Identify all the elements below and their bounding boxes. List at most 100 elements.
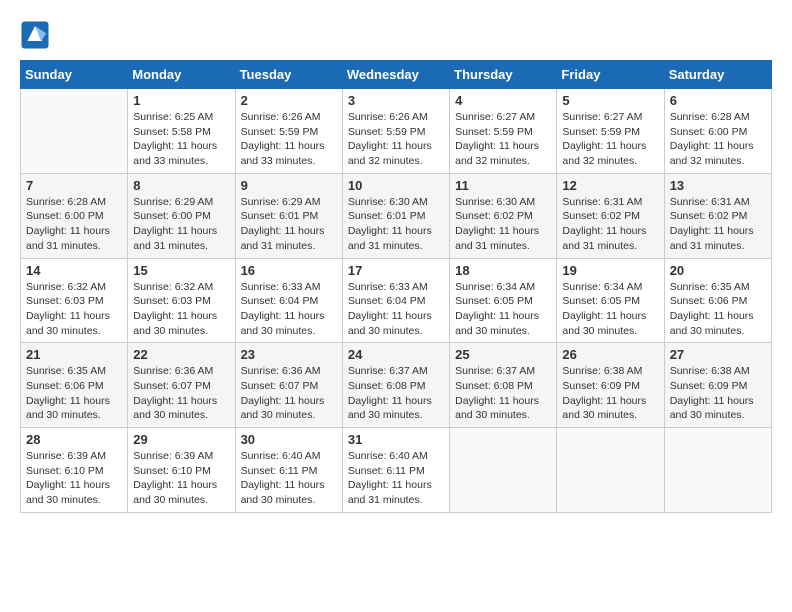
calendar-cell: 18 Sunrise: 6:34 AM Sunset: 6:05 PM Dayli… [450,258,557,343]
calendar-cell: 1 Sunrise: 6:25 AM Sunset: 5:58 PM Daylig… [128,89,235,174]
calendar-cell: 10 Sunrise: 6:30 AM Sunset: 6:01 PM Dayli… [342,173,449,258]
day-info: Sunrise: 6:28 AM Sunset: 6:00 PM Dayligh… [26,195,122,254]
day-number: 8 [133,178,229,193]
calendar-week-row: 14 Sunrise: 6:32 AM Sunset: 6:03 PM Dayli… [21,258,772,343]
calendar-week-row: 28 Sunrise: 6:39 AM Sunset: 6:10 PM Dayli… [21,428,772,513]
calendar-cell: 20Sunrise: 6:35 AM Sunset: 6:06 PM Dayli… [664,258,771,343]
day-number: 7 [26,178,122,193]
calendar-cell: 8 Sunrise: 6:29 AM Sunset: 6:00 PM Daylig… [128,173,235,258]
day-info: Sunrise: 6:38 AM Sunset: 6:09 PM Dayligh… [670,364,766,423]
calendar-cell: 24Sunrise: 6:37 AM Sunset: 6:08 PM Dayli… [342,343,449,428]
calendar-week-row: 7 Sunrise: 6:28 AM Sunset: 6:00 PM Daylig… [21,173,772,258]
calendar-cell: 28 Sunrise: 6:39 AM Sunset: 6:10 PM Dayli… [21,428,128,513]
day-info: Sunrise: 6:31 AM Sunset: 6:02 PM Dayligh… [670,195,766,254]
calendar-header-row: SundayMondayTuesdayWednesdayThursdayFrid… [21,61,772,89]
calendar-cell: 22 Sunrise: 6:36 AM Sunset: 6:07 PM Dayli… [128,343,235,428]
day-number: 21 [26,347,122,362]
day-number: 11 [455,178,551,193]
day-number: 2 [241,93,337,108]
day-info: Sunrise: 6:36 AM Sunset: 6:07 PM Dayligh… [133,364,229,423]
day-info: Sunrise: 6:39 AM Sunset: 6:10 PM Dayligh… [26,449,122,508]
day-number: 19 [562,263,658,278]
calendar-table: SundayMondayTuesdayWednesdayThursdayFrid… [20,60,772,513]
calendar-cell: 16 Sunrise: 6:33 AM Sunset: 6:04 PM Dayli… [235,258,342,343]
calendar-week-row: 21 Sunrise: 6:35 AM Sunset: 6:06 PM Dayli… [21,343,772,428]
calendar-cell: 2 Sunrise: 6:26 AM Sunset: 5:59 PM Daylig… [235,89,342,174]
day-number: 25 [455,347,551,362]
calendar-cell: 19 Sunrise: 6:34 AM Sunset: 6:05 PM Dayli… [557,258,664,343]
day-number: 22 [133,347,229,362]
logo [20,20,52,50]
day-number: 26 [562,347,658,362]
calendar-cell: 26 Sunrise: 6:38 AM Sunset: 6:09 PM Dayli… [557,343,664,428]
calendar-cell: 27Sunrise: 6:38 AM Sunset: 6:09 PM Dayli… [664,343,771,428]
day-info: Sunrise: 6:32 AM Sunset: 6:03 PM Dayligh… [133,280,229,339]
day-number: 14 [26,263,122,278]
day-info: Sunrise: 6:26 AM Sunset: 5:59 PM Dayligh… [241,110,337,169]
weekday-header: Sunday [21,61,128,89]
day-number: 4 [455,93,551,108]
day-info: Sunrise: 6:29 AM Sunset: 6:01 PM Dayligh… [241,195,337,254]
day-info: Sunrise: 6:30 AM Sunset: 6:01 PM Dayligh… [348,195,444,254]
page-header [20,20,772,50]
day-number: 13 [670,178,766,193]
day-info: Sunrise: 6:34 AM Sunset: 6:05 PM Dayligh… [562,280,658,339]
calendar-cell: 17 Sunrise: 6:33 AM Sunset: 6:04 PM Dayli… [342,258,449,343]
day-number: 29 [133,432,229,447]
day-number: 18 [455,263,551,278]
day-number: 12 [562,178,658,193]
day-number: 1 [133,93,229,108]
day-number: 10 [348,178,444,193]
day-info: Sunrise: 6:39 AM Sunset: 6:10 PM Dayligh… [133,449,229,508]
logo-icon [20,20,50,50]
day-number: 17 [348,263,444,278]
weekday-header: Tuesday [235,61,342,89]
day-info: Sunrise: 6:36 AM Sunset: 6:07 PM Dayligh… [241,364,337,423]
weekday-header: Wednesday [342,61,449,89]
weekday-header: Saturday [664,61,771,89]
day-info: Sunrise: 6:25 AM Sunset: 5:58 PM Dayligh… [133,110,229,169]
day-info: Sunrise: 6:33 AM Sunset: 6:04 PM Dayligh… [241,280,337,339]
day-info: Sunrise: 6:35 AM Sunset: 6:06 PM Dayligh… [26,364,122,423]
day-info: Sunrise: 6:40 AM Sunset: 6:11 PM Dayligh… [348,449,444,508]
calendar-cell: 21 Sunrise: 6:35 AM Sunset: 6:06 PM Dayli… [21,343,128,428]
weekday-header: Monday [128,61,235,89]
day-number: 5 [562,93,658,108]
calendar-cell: 31Sunrise: 6:40 AM Sunset: 6:11 PM Dayli… [342,428,449,513]
day-info: Sunrise: 6:27 AM Sunset: 5:59 PM Dayligh… [455,110,551,169]
day-number: 6 [670,93,766,108]
calendar-week-row: 1 Sunrise: 6:25 AM Sunset: 5:58 PM Daylig… [21,89,772,174]
calendar-cell: 30 Sunrise: 6:40 AM Sunset: 6:11 PM Dayli… [235,428,342,513]
day-info: Sunrise: 6:37 AM Sunset: 6:08 PM Dayligh… [455,364,551,423]
day-info: Sunrise: 6:29 AM Sunset: 6:00 PM Dayligh… [133,195,229,254]
day-info: Sunrise: 6:35 AM Sunset: 6:06 PM Dayligh… [670,280,766,339]
weekday-header: Thursday [450,61,557,89]
calendar-cell [21,89,128,174]
day-info: Sunrise: 6:32 AM Sunset: 6:03 PM Dayligh… [26,280,122,339]
calendar-cell: 25 Sunrise: 6:37 AM Sunset: 6:08 PM Dayli… [450,343,557,428]
calendar-cell: 23Sunrise: 6:36 AM Sunset: 6:07 PM Dayli… [235,343,342,428]
calendar-cell: 5Sunrise: 6:27 AM Sunset: 5:59 PM Daylig… [557,89,664,174]
calendar-cell: 6Sunrise: 6:28 AM Sunset: 6:00 PM Daylig… [664,89,771,174]
day-number: 16 [241,263,337,278]
day-number: 28 [26,432,122,447]
weekday-header: Friday [557,61,664,89]
day-info: Sunrise: 6:38 AM Sunset: 6:09 PM Dayligh… [562,364,658,423]
calendar-cell: 14 Sunrise: 6:32 AM Sunset: 6:03 PM Dayli… [21,258,128,343]
day-number: 15 [133,263,229,278]
calendar-cell: 7 Sunrise: 6:28 AM Sunset: 6:00 PM Daylig… [21,173,128,258]
day-info: Sunrise: 6:34 AM Sunset: 6:05 PM Dayligh… [455,280,551,339]
calendar-cell: 12 Sunrise: 6:31 AM Sunset: 6:02 PM Dayli… [557,173,664,258]
day-info: Sunrise: 6:31 AM Sunset: 6:02 PM Dayligh… [562,195,658,254]
day-info: Sunrise: 6:40 AM Sunset: 6:11 PM Dayligh… [241,449,337,508]
calendar-cell: 15 Sunrise: 6:32 AM Sunset: 6:03 PM Dayli… [128,258,235,343]
calendar-cell: 11Sunrise: 6:30 AM Sunset: 6:02 PM Dayli… [450,173,557,258]
day-number: 30 [241,432,337,447]
calendar-cell [557,428,664,513]
day-number: 3 [348,93,444,108]
day-info: Sunrise: 6:26 AM Sunset: 5:59 PM Dayligh… [348,110,444,169]
calendar-cell: 4 Sunrise: 6:27 AM Sunset: 5:59 PM Daylig… [450,89,557,174]
calendar-cell: 9 Sunrise: 6:29 AM Sunset: 6:01 PM Daylig… [235,173,342,258]
day-number: 9 [241,178,337,193]
day-info: Sunrise: 6:33 AM Sunset: 6:04 PM Dayligh… [348,280,444,339]
